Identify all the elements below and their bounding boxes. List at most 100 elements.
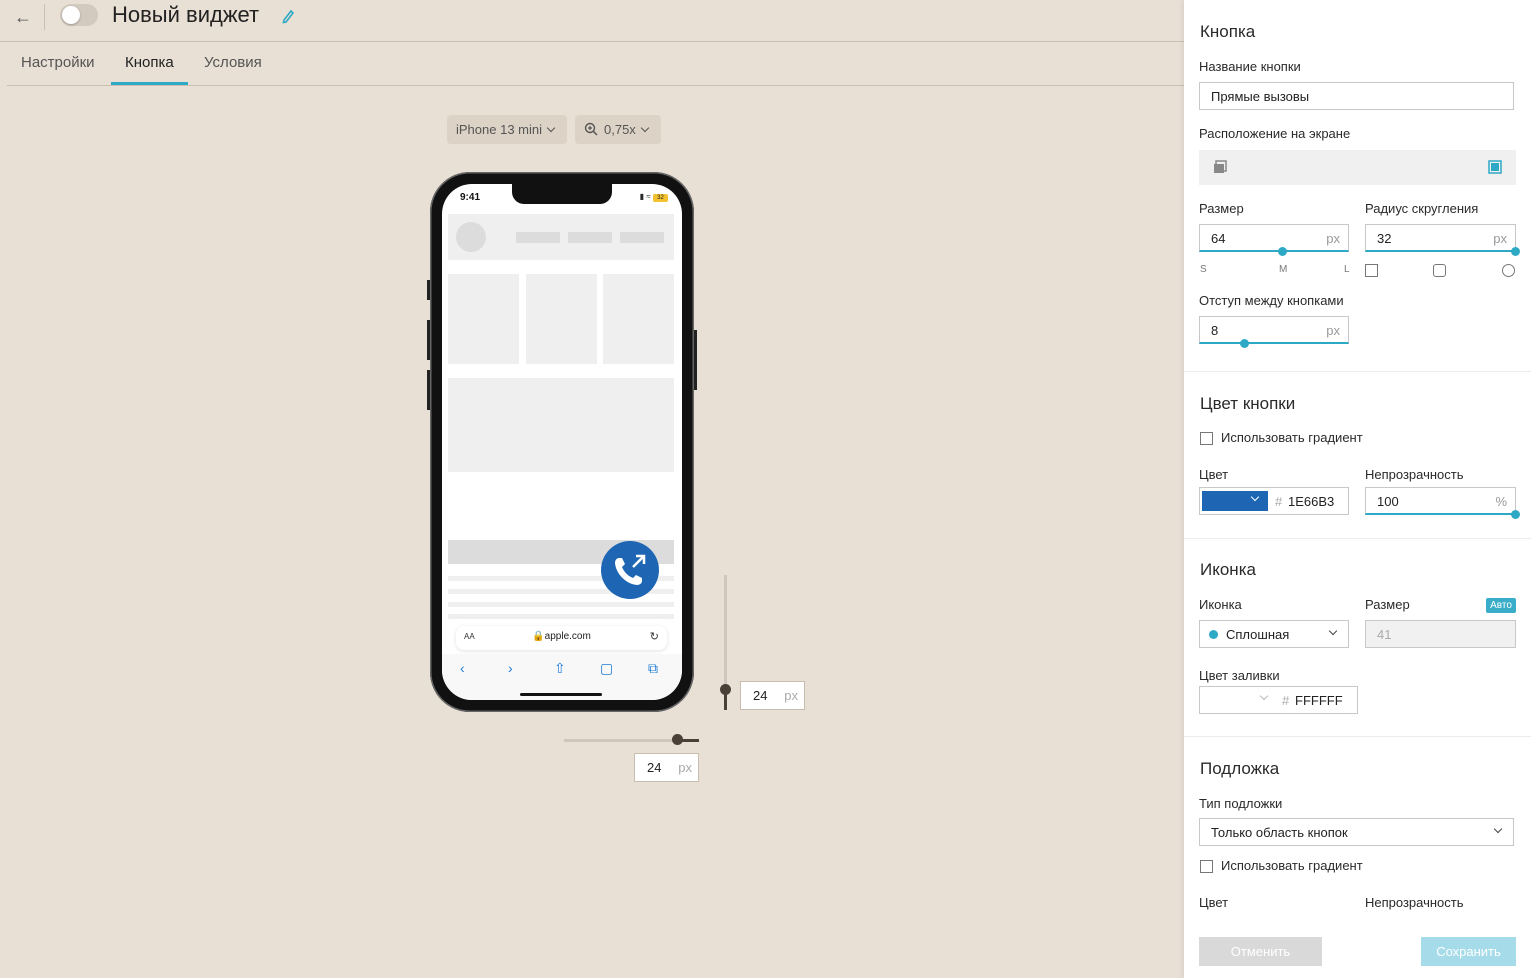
backdrop-type-value: Только область кнопок [1211, 825, 1348, 840]
color-hex-value: 1E66B3 [1288, 494, 1335, 509]
radius-rounded-icon[interactable] [1433, 264, 1446, 277]
icon-type-select[interactable]: Сплошная [1199, 620, 1349, 648]
wifi-icon: ≈ [646, 192, 651, 201]
gap-input[interactable]: 8 px [1199, 316, 1349, 344]
cancel-button[interactable]: Отменить [1199, 937, 1322, 966]
gap-slider-handle[interactable] [1240, 339, 1249, 348]
phone-outgoing-icon [615, 554, 646, 585]
call-widget-button[interactable] [601, 541, 659, 599]
backdrop-gradient-checkbox[interactable] [1200, 860, 1213, 873]
chevron-down-icon [1250, 492, 1260, 502]
section-divider [1184, 538, 1531, 539]
lock-icon: 🔒 [532, 631, 545, 642]
hash-sign: # [1275, 494, 1283, 509]
opacity-unit: % [1495, 494, 1507, 509]
placeholder-card [526, 274, 597, 364]
chevron-down-icon [546, 123, 556, 133]
backdrop-type-label: Тип подложки [1199, 796, 1283, 811]
size-tick-m: M [1279, 264, 1288, 275]
radius-slider-handle[interactable] [1511, 247, 1520, 256]
icon-type-value: Сплошная [1226, 627, 1290, 642]
status-icons: ▮ ≈ 32 [640, 192, 668, 202]
button-name-input[interactable]: Прямые вызовы [1199, 82, 1514, 110]
section-divider [1184, 371, 1531, 372]
gap-unit: px [1326, 323, 1340, 338]
color-swatch[interactable] [1202, 491, 1268, 511]
pencil-icon[interactable] [281, 8, 295, 24]
radius-circle-icon[interactable] [1502, 264, 1515, 277]
color-gradient-checkbox[interactable] [1200, 432, 1213, 445]
placeholder-line [516, 232, 560, 243]
chevron-down-icon [1259, 691, 1269, 701]
icon-section-heading: Иконка [1200, 560, 1256, 579]
size-unit: px [1326, 231, 1340, 246]
size-label: Размер [1199, 201, 1244, 216]
radius-square-icon[interactable] [1365, 264, 1378, 277]
status-time: 9:41 [460, 192, 481, 203]
color-picker[interactable]: # 1E66B3 [1199, 487, 1349, 515]
icon-size-input: 41 [1365, 620, 1516, 648]
forward-icon: › [508, 660, 513, 676]
placeholder-card [448, 274, 519, 364]
home-indicator [520, 693, 602, 696]
top-bar: ← Новый виджет [0, 0, 1184, 42]
opacity-input[interactable]: 100 % [1365, 487, 1516, 515]
vertical-offset-unit: px [784, 688, 798, 703]
opacity-label: Непрозрачность [1365, 467, 1464, 482]
hash-sign: # [1282, 693, 1290, 708]
color-label: Цвет [1199, 467, 1229, 482]
chevron-down-icon [1328, 626, 1338, 636]
device-select[interactable]: iPhone 13 mini [447, 115, 567, 144]
color-gradient-label: Использовать градиент [1221, 430, 1363, 445]
divider [44, 4, 45, 30]
tab-button[interactable]: Кнопка [111, 42, 188, 85]
position-right-icon[interactable] [1488, 160, 1502, 174]
fill-color-picker[interactable]: # FFFFFF [1199, 686, 1358, 714]
horizontal-offset-value: 24 [647, 760, 662, 775]
bookmarks-icon: ▢ [600, 660, 614, 676]
position-selector[interactable] [1199, 150, 1516, 185]
signal-icon: ▮ [639, 192, 645, 201]
vertical-offset-input[interactable]: 24 px [740, 681, 805, 710]
browser-address-bar[interactable]: AA 🔒apple.com ↻ [456, 626, 667, 650]
save-button[interactable]: Сохранить [1421, 937, 1516, 966]
address-url: 🔒apple.com [456, 631, 667, 642]
back-arrow-icon[interactable]: ← [14, 6, 36, 28]
battery-icon: 32 [653, 194, 668, 202]
icon-style-dot [1209, 630, 1218, 639]
vertical-offset-handle[interactable] [720, 684, 731, 695]
placeholder-card [603, 274, 674, 364]
phone-side-button [694, 330, 697, 390]
reload-icon: ↻ [649, 631, 659, 643]
backdrop-opacity-label: Непрозрачность [1365, 895, 1464, 910]
tab-conditions[interactable]: Условия [190, 42, 276, 85]
radius-label: Радиус скругления [1365, 201, 1479, 216]
radius-input[interactable]: 32 px [1365, 224, 1516, 252]
horizontal-offset-input[interactable]: 24 px [634, 753, 699, 782]
placeholder-text-line [448, 614, 674, 619]
color-section-heading: Цвет кнопки [1200, 394, 1296, 413]
address-url-text: apple.com [544, 631, 591, 642]
size-value: 64 [1211, 231, 1226, 246]
horizontal-offset-handle[interactable] [672, 734, 683, 745]
fill-color-swatch[interactable] [1202, 690, 1277, 710]
settings-panel: Кнопка Название кнопки Прямые вызовы Рас… [1184, 0, 1531, 978]
zoom-select-value: 0,75x [604, 122, 636, 137]
auto-badge[interactable]: Авто [1486, 598, 1516, 613]
position-left-icon[interactable] [1213, 160, 1227, 174]
backdrop-section-heading: Подложка [1200, 759, 1280, 778]
widget-enabled-toggle[interactable] [60, 4, 98, 26]
size-slider-handle[interactable] [1278, 247, 1287, 256]
share-icon: ⇧ [554, 660, 566, 676]
chevron-down-icon [640, 123, 650, 133]
backdrop-gradient-label: Использовать градиент [1221, 858, 1363, 873]
size-tick-s: S [1200, 264, 1207, 275]
section-divider [1184, 736, 1531, 737]
backdrop-type-select[interactable]: Только область кнопок [1199, 818, 1514, 846]
phone-mockup: 9:41 ▮ ≈ 32 AA 🔒apple.com ↻ ‹ › ⇧ ▢ ⧉ [430, 172, 694, 712]
zoom-select[interactable]: 0,75x [575, 115, 661, 144]
radius-unit: px [1493, 231, 1507, 246]
size-input[interactable]: 64 px [1199, 224, 1349, 252]
tab-settings[interactable]: Настройки [7, 42, 109, 85]
opacity-slider-handle[interactable] [1511, 510, 1520, 519]
